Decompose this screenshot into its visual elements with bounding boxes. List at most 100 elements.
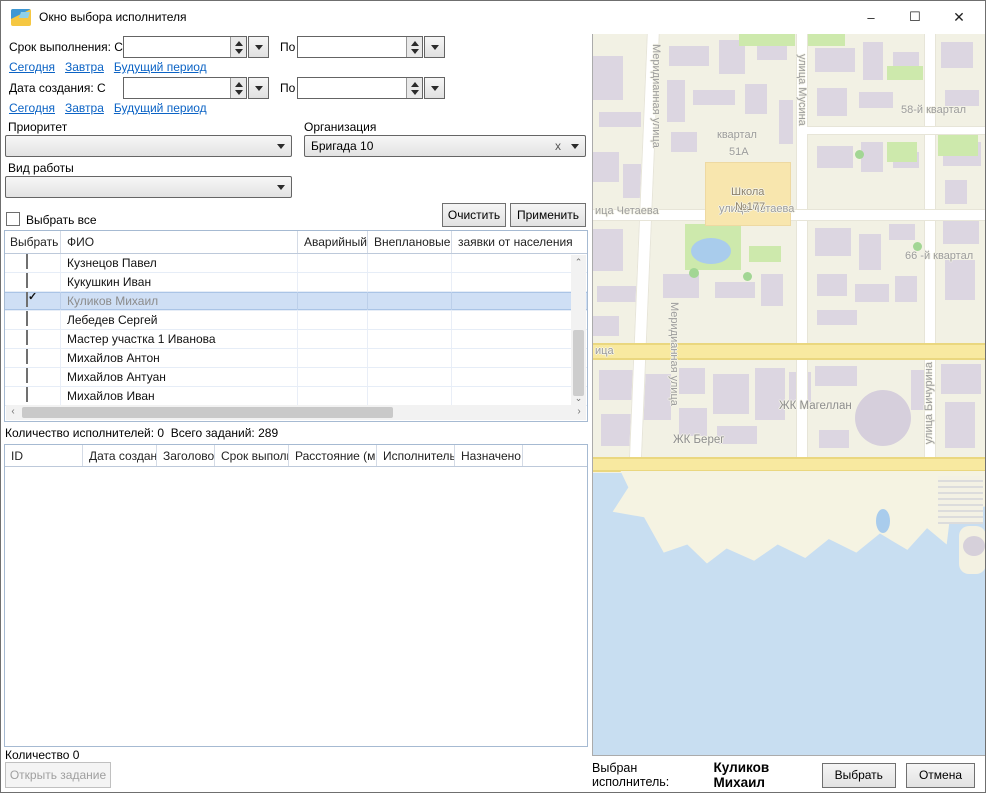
column-header-assigned[interactable]: Назначено [455,445,523,466]
due-to-calendar-button[interactable] [424,36,445,58]
map-building [641,374,671,420]
row-checkbox[interactable] [26,273,28,288]
scrollbar-thumb[interactable] [573,330,584,396]
row-checkbox[interactable] [26,387,28,402]
close-button[interactable]: ✕ [941,1,977,33]
executor-row[interactable]: Кукушкин Иван [5,273,587,292]
spin-down-icon [235,49,243,54]
row-checkbox[interactable] [26,292,28,307]
emergency-cell [298,387,368,405]
row-checkbox[interactable] [26,254,28,269]
chevron-down-icon [255,45,263,50]
unplanned-cell [368,273,452,291]
column-header-unplanned[interactable]: Внеплановые [368,231,452,253]
map-building [757,44,787,60]
due-from-input[interactable] [123,36,247,58]
executor-row[interactable]: Кузнецов Павел [5,254,587,273]
executor-row[interactable]: Михайлов Антуан [5,368,587,387]
row-checkbox[interactable] [26,349,28,364]
footer-bar: Выбран исполнитель: Куликов Михаил Выбра… [592,756,986,793]
due-link-future[interactable]: Будущий период [114,60,207,74]
column-header-id[interactable]: ID [5,445,83,466]
open-task-button[interactable]: Открыть задание [5,762,111,788]
map-label-school-number: №177 [735,201,765,213]
due-link-tomorrow[interactable]: Завтра [65,60,104,74]
select-all-checkbox[interactable] [6,212,20,226]
executors-table-header: Выбрать ФИО Аварийный Внеплановые заявки… [5,231,587,254]
created-from-calendar-button[interactable] [248,77,269,99]
citizen-requests-cell [452,273,587,291]
minimize-button[interactable]: – [853,1,889,33]
column-header-fio[interactable]: ФИО [61,231,298,253]
citizen-requests-cell [452,349,587,367]
created-link-future[interactable]: Будущий период [114,101,207,115]
executor-row[interactable]: Михайлов Иван [5,387,587,406]
scroll-right-icon[interactable]: › [572,405,586,420]
row-checkbox[interactable] [26,330,28,345]
created-to-input[interactable] [297,77,423,99]
citizen-requests-cell [452,292,587,310]
map-building [941,364,981,394]
executor-row[interactable]: Лебедев Сергей [5,311,587,330]
organization-combobox[interactable]: Бригада 10 x [304,135,586,157]
scroll-up-icon[interactable]: ⌃ [571,255,586,269]
map-building [755,368,785,420]
spin-down-icon [235,90,243,95]
due-from-calendar-button[interactable] [248,36,269,58]
scrollbar-thumb[interactable] [22,407,393,418]
row-checkbox[interactable] [26,311,28,326]
executor-row[interactable]: Михайлов Антон [5,349,587,368]
tasks-table-header: ID Дата создания Заголовок Срок выполне … [5,445,587,467]
due-to-input[interactable] [297,36,423,58]
column-header-executor[interactable]: Исполнитель [377,445,455,466]
due-link-today[interactable]: Сегодня [9,60,55,74]
column-header-title[interactable]: Заголовок [157,445,215,466]
column-header-due[interactable]: Срок выполне [215,445,289,466]
column-header-select[interactable]: Выбрать [5,231,61,253]
selected-executor-label: Выбран исполнитель: [592,761,704,789]
apply-button[interactable]: Применить [510,203,586,227]
column-header-citizen-requests[interactable]: заявки от населения [452,231,587,253]
maximize-button[interactable]: ☐ [897,1,933,33]
created-to-spinner[interactable] [406,78,422,98]
map-label-kvartal51: квартал [717,129,757,141]
executors-vertical-scrollbar[interactable]: ⌃ ⌄ [571,255,586,405]
citizen-requests-cell [452,368,587,386]
created-to-label: По [280,81,295,95]
created-to-calendar-button[interactable] [424,77,445,99]
work-type-label: Вид работы [8,161,74,175]
due-from-spinner[interactable] [230,37,246,57]
executors-horizontal-scrollbar[interactable]: ‹ › [6,405,586,420]
row-checkbox[interactable] [26,368,28,383]
map-green-area [807,34,845,46]
map-building [593,229,623,271]
map-canvas[interactable]: Меридианная улица Меридианная улица улиц… [592,34,986,756]
cancel-button[interactable]: Отмена [906,763,975,788]
column-header-emergency[interactable]: Аварийный [298,231,368,253]
priority-combobox[interactable] [5,135,292,157]
executor-row[interactable]: Куликов Михаил [5,292,587,311]
map-tree [855,150,864,159]
created-link-today[interactable]: Сегодня [9,101,55,115]
executor-row[interactable]: Мастер участка 1 Иванова [5,330,587,349]
map-building [815,48,855,72]
scroll-left-icon[interactable]: ‹ [6,405,20,420]
emergency-cell [298,273,368,291]
column-header-created[interactable]: Дата создания [83,445,157,466]
clear-button[interactable]: Очистить [442,203,506,227]
map-building [815,228,851,256]
work-type-combobox[interactable] [5,176,292,198]
map-building [593,56,623,100]
app-icon [11,9,31,26]
created-from-input[interactable] [123,77,247,99]
spin-up-icon [235,82,243,87]
due-to-spinner[interactable] [406,37,422,57]
select-button[interactable]: Выбрать [822,763,896,788]
created-link-tomorrow[interactable]: Завтра [65,101,104,115]
clear-icon[interactable]: x [555,139,561,153]
created-from-spinner[interactable] [230,78,246,98]
scroll-down-icon[interactable]: ⌄ [571,391,586,405]
spin-up-icon [411,41,419,46]
emergency-cell [298,330,368,348]
column-header-distance[interactable]: Расстояние (м.) [289,445,377,466]
